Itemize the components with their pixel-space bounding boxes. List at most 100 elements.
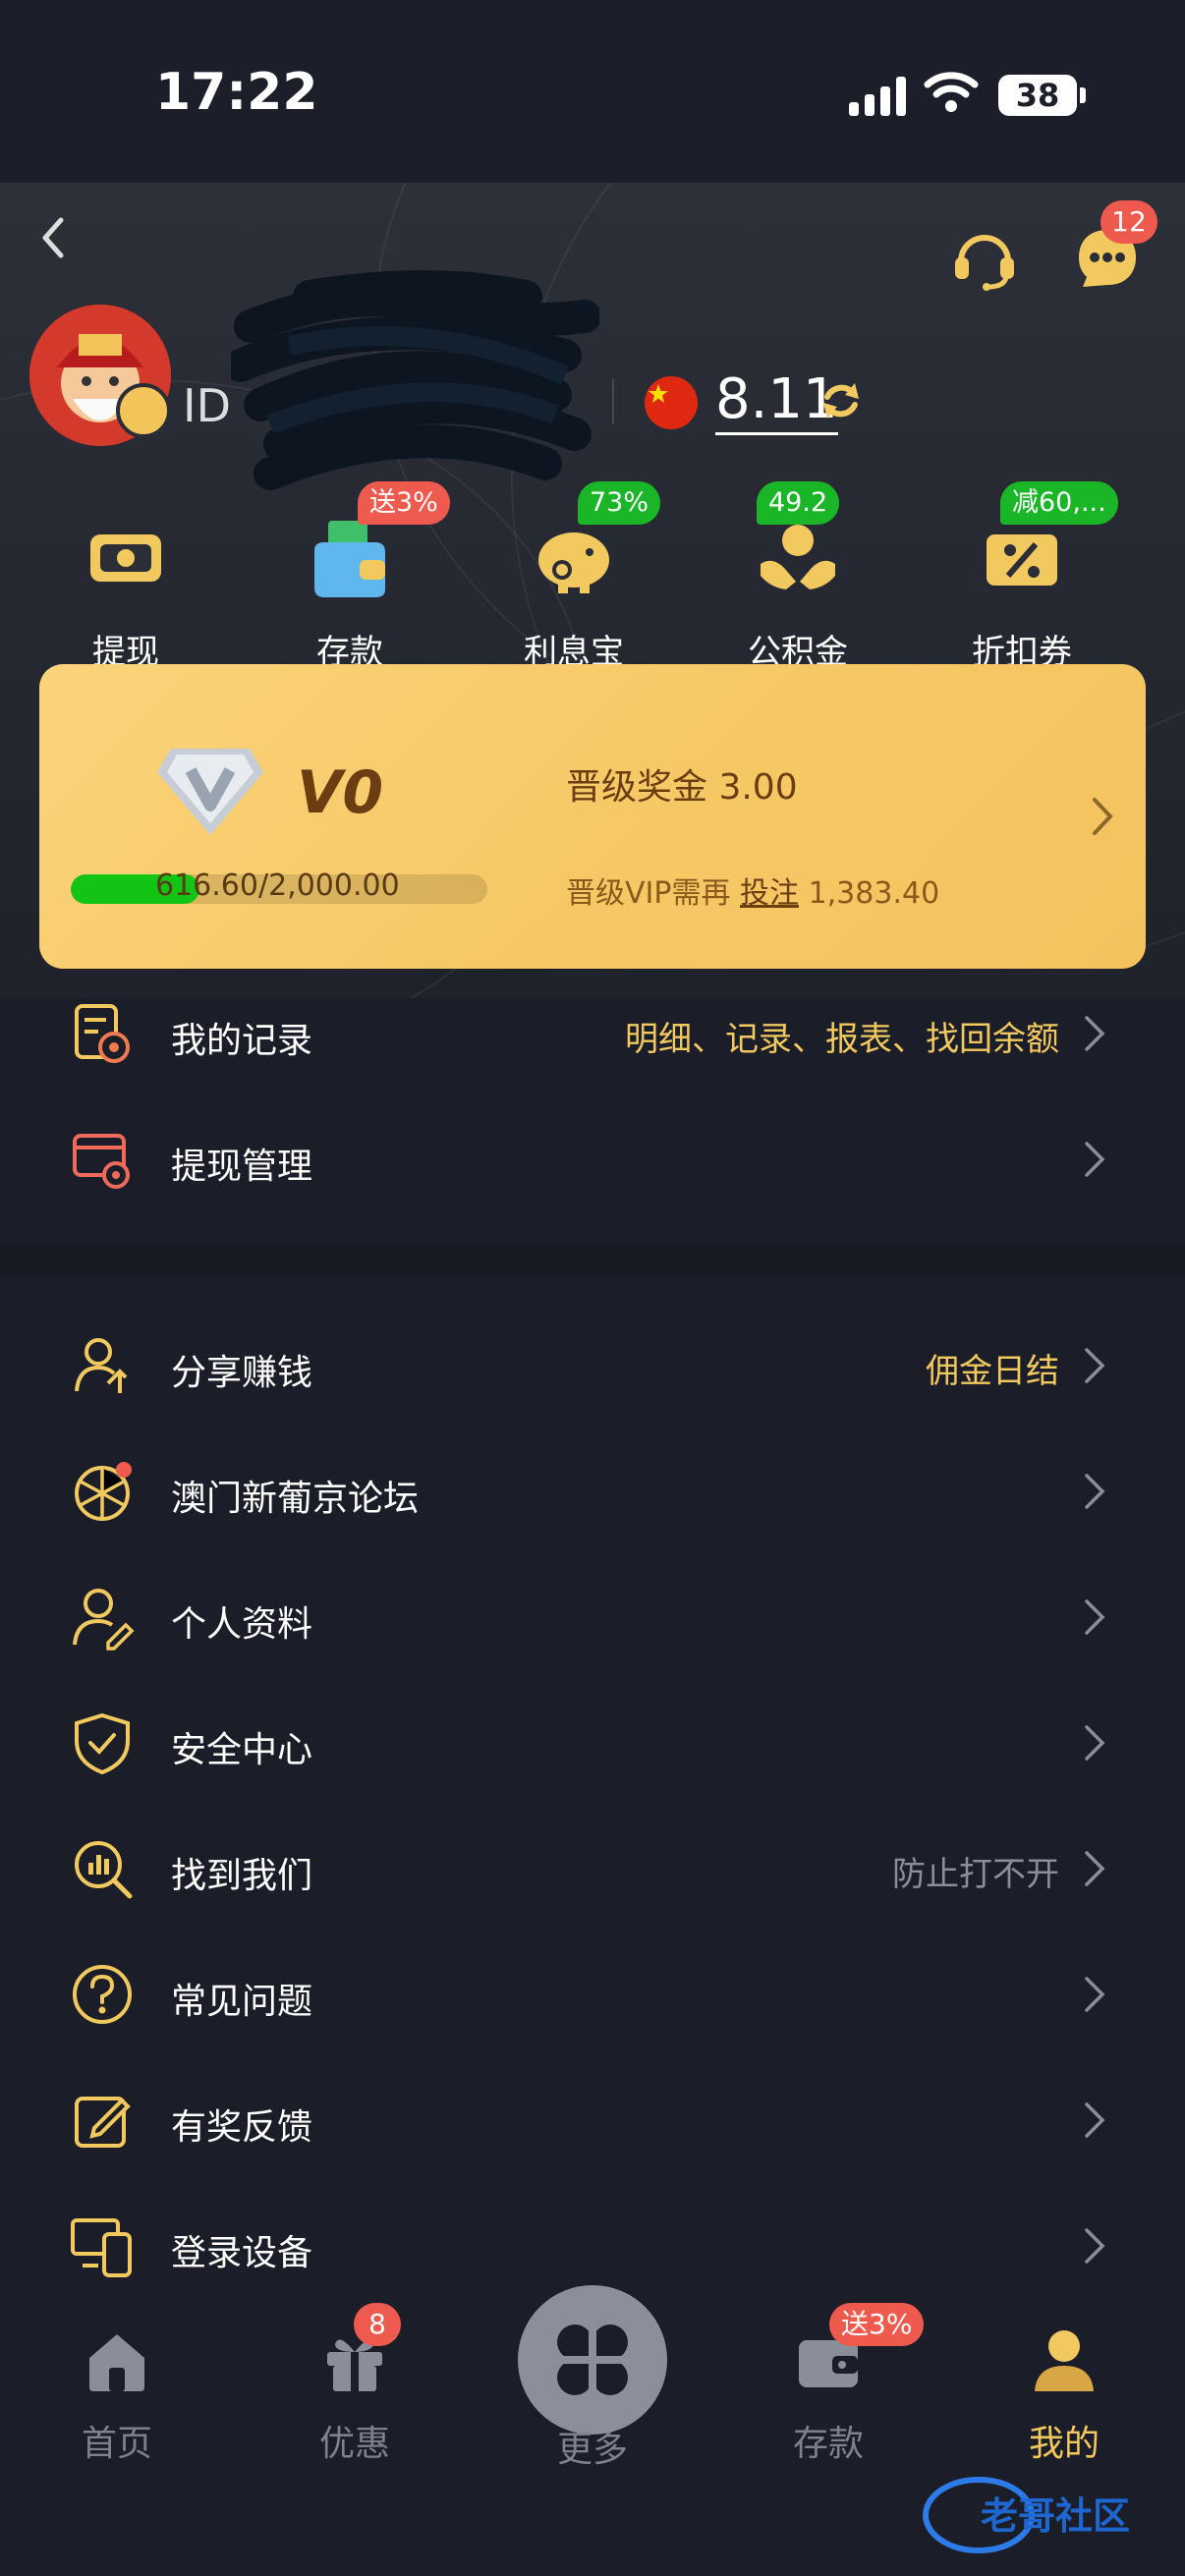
level-badge-icon <box>116 383 171 438</box>
coupon-icon <box>987 534 1057 586</box>
menu-label: 澳门新葡京论坛 <box>171 1479 420 1519</box>
menu-label: 个人资料 <box>171 1604 313 1645</box>
menu-label: 我的记录 <box>171 1021 313 1061</box>
menu-label: 有奖反馈 <box>171 2107 313 2148</box>
menu-item-records[interactable]: 我的记录 明细、记录、报表、找回余额 <box>0 971 1185 1096</box>
shield-icon <box>75 1712 130 1775</box>
tab-deposit[interactable]: 送3% 存款 <box>745 2303 925 2464</box>
message-count-badge: 12 <box>1100 200 1157 244</box>
menu-item-share-earn[interactable]: 分享赚钱 佣金日结 <box>0 1303 1185 1428</box>
vip-need-prefix: 晋级VIP需再 <box>566 876 731 911</box>
divider <box>612 379 614 424</box>
profile-icon <box>73 1589 135 1651</box>
feedback-icon <box>75 2097 131 2148</box>
quick-action-coupon[interactable]: 减60,... 折扣券 <box>924 481 1120 672</box>
menu-item-faq[interactable]: 常见问题 <box>0 1932 1185 2057</box>
redaction-scribble <box>231 270 599 490</box>
chevron-right-icon <box>1085 1348 1105 1383</box>
vip-bet-link[interactable]: 投注 <box>740 876 799 911</box>
vip-bonus: 晋级奖金 3.00 <box>566 767 798 808</box>
deposit-icon <box>314 521 385 597</box>
tab-badge: 送3% <box>829 2303 925 2346</box>
clover-icon <box>557 2324 628 2395</box>
tab-label: 存款 <box>792 2424 864 2464</box>
menu-item-find-us[interactable]: 找到我们 防止打不开 <box>0 1806 1185 1932</box>
chevron-right-icon <box>1085 1016 1105 1051</box>
tab-badge: 8 <box>354 2303 401 2346</box>
tab-label: 我的 <box>1028 2424 1100 2464</box>
chevron-right-icon <box>1085 2102 1105 2138</box>
customer-support-icon[interactable] <box>949 222 1020 293</box>
chevron-right-icon <box>1085 1851 1105 1886</box>
tab-label: 首页 <box>81 2424 152 2464</box>
tab-more[interactable]: 更多 <box>509 2279 676 2470</box>
menu-item-security[interactable]: 安全中心 <box>0 1680 1185 1806</box>
chevron-right-icon <box>1085 1725 1105 1761</box>
status-time: 17:22 <box>155 63 318 122</box>
share-earn-icon <box>75 1338 128 1393</box>
tab-label: 更多 <box>556 2430 628 2470</box>
menu-label: 登录设备 <box>171 2233 313 2273</box>
signal-icon <box>849 77 906 116</box>
menu-item-withdraw-manage[interactable]: 提现管理 <box>0 1096 1185 1222</box>
vip-requirement: 晋级VIP需再 投注 1,383.40 <box>566 868 939 912</box>
menu-item-forum[interactable]: 澳门新葡京论坛 <box>0 1428 1185 1554</box>
chevron-right-icon <box>1085 1474 1105 1509</box>
withdraw-icon <box>90 534 161 582</box>
quick-action-deposit[interactable]: 送3% 存款 <box>252 481 450 672</box>
quick-action-interest[interactable]: 73% 利息宝 <box>476 481 672 672</box>
quick-action-fund[interactable]: 49.2 公积金 <box>700 481 896 672</box>
user-id: ID <box>183 379 231 432</box>
menu-label: 常见问题 <box>171 1982 313 2022</box>
fund-icon <box>761 525 835 589</box>
chevron-right-icon <box>1085 1599 1105 1635</box>
quick-action-badge: 减60,... <box>1000 481 1118 525</box>
question-icon <box>73 1965 132 2024</box>
user-icon <box>1035 2330 1094 2391</box>
chevron-right-icon <box>1085 2228 1105 2264</box>
home-icon <box>89 2334 144 2391</box>
records-icon <box>75 1004 130 1063</box>
svg-text:老哥社区: 老哥社区 <box>981 2494 1130 2538</box>
menu-label: 安全中心 <box>171 1730 313 1770</box>
more-button[interactable] <box>512 2279 673 2440</box>
devices-icon <box>71 2218 132 2277</box>
menu-item-feedback[interactable]: 有奖反馈 <box>0 2057 1185 2183</box>
quick-action-badge: 73% <box>578 481 661 525</box>
menu-label: 找到我们 <box>171 1856 313 1896</box>
quick-action-badge: 送3% <box>358 481 450 525</box>
menu-hint: 明细、记录、报表、找回余额 <box>625 1020 1059 1059</box>
tab-mine[interactable]: 我的 <box>981 2307 1148 2464</box>
forum-icon <box>75 1462 132 1521</box>
vip-shield-icon <box>157 749 263 835</box>
back-chevron-icon[interactable] <box>29 208 79 267</box>
tab-home[interactable]: 首页 <box>33 2307 200 2464</box>
refresh-icon[interactable] <box>818 377 865 424</box>
battery-tip <box>1080 87 1086 103</box>
menu-item-profile[interactable]: 个人资料 <box>0 1554 1185 1680</box>
status-bar: 17:22 38 <box>0 0 1185 183</box>
chevron-right-icon <box>1093 798 1113 835</box>
vip-level: V0 <box>297 758 384 827</box>
watermark-logo: 老哥社区 <box>923 2477 1130 2553</box>
withdraw-manage-icon <box>73 1134 130 1189</box>
vip-progress-text: 616.60/2,000.00 <box>155 868 400 903</box>
vip-need-amount: 1,383.40 <box>808 876 940 911</box>
quick-action-badge: 49.2 <box>757 481 840 525</box>
battery-indicator: 38 <box>998 75 1077 116</box>
menu-label: 提现管理 <box>171 1147 313 1187</box>
chevron-right-icon <box>1085 1977 1105 2012</box>
menu-label: 分享赚钱 <box>171 1353 313 1393</box>
quick-action-withdraw[interactable]: 提现 <box>28 517 224 672</box>
chevron-right-icon <box>1085 1142 1105 1177</box>
menu-hint: 佣金日结 <box>926 1352 1059 1391</box>
piggy-bank-icon <box>538 532 609 593</box>
china-flag-icon <box>645 376 698 429</box>
vip-card[interactable]: V0 晋级奖金 3.00 616.60/2,000.00 晋级VIP需再 投注 … <box>39 664 1146 969</box>
menu-hint: 防止打不开 <box>892 1855 1059 1894</box>
section-divider <box>0 1246 1185 1277</box>
tab-promotions[interactable]: 8 优惠 <box>271 2303 438 2464</box>
wifi-icon <box>924 72 979 112</box>
tab-label: 优惠 <box>318 2424 390 2464</box>
find-us-icon <box>75 1841 133 1899</box>
